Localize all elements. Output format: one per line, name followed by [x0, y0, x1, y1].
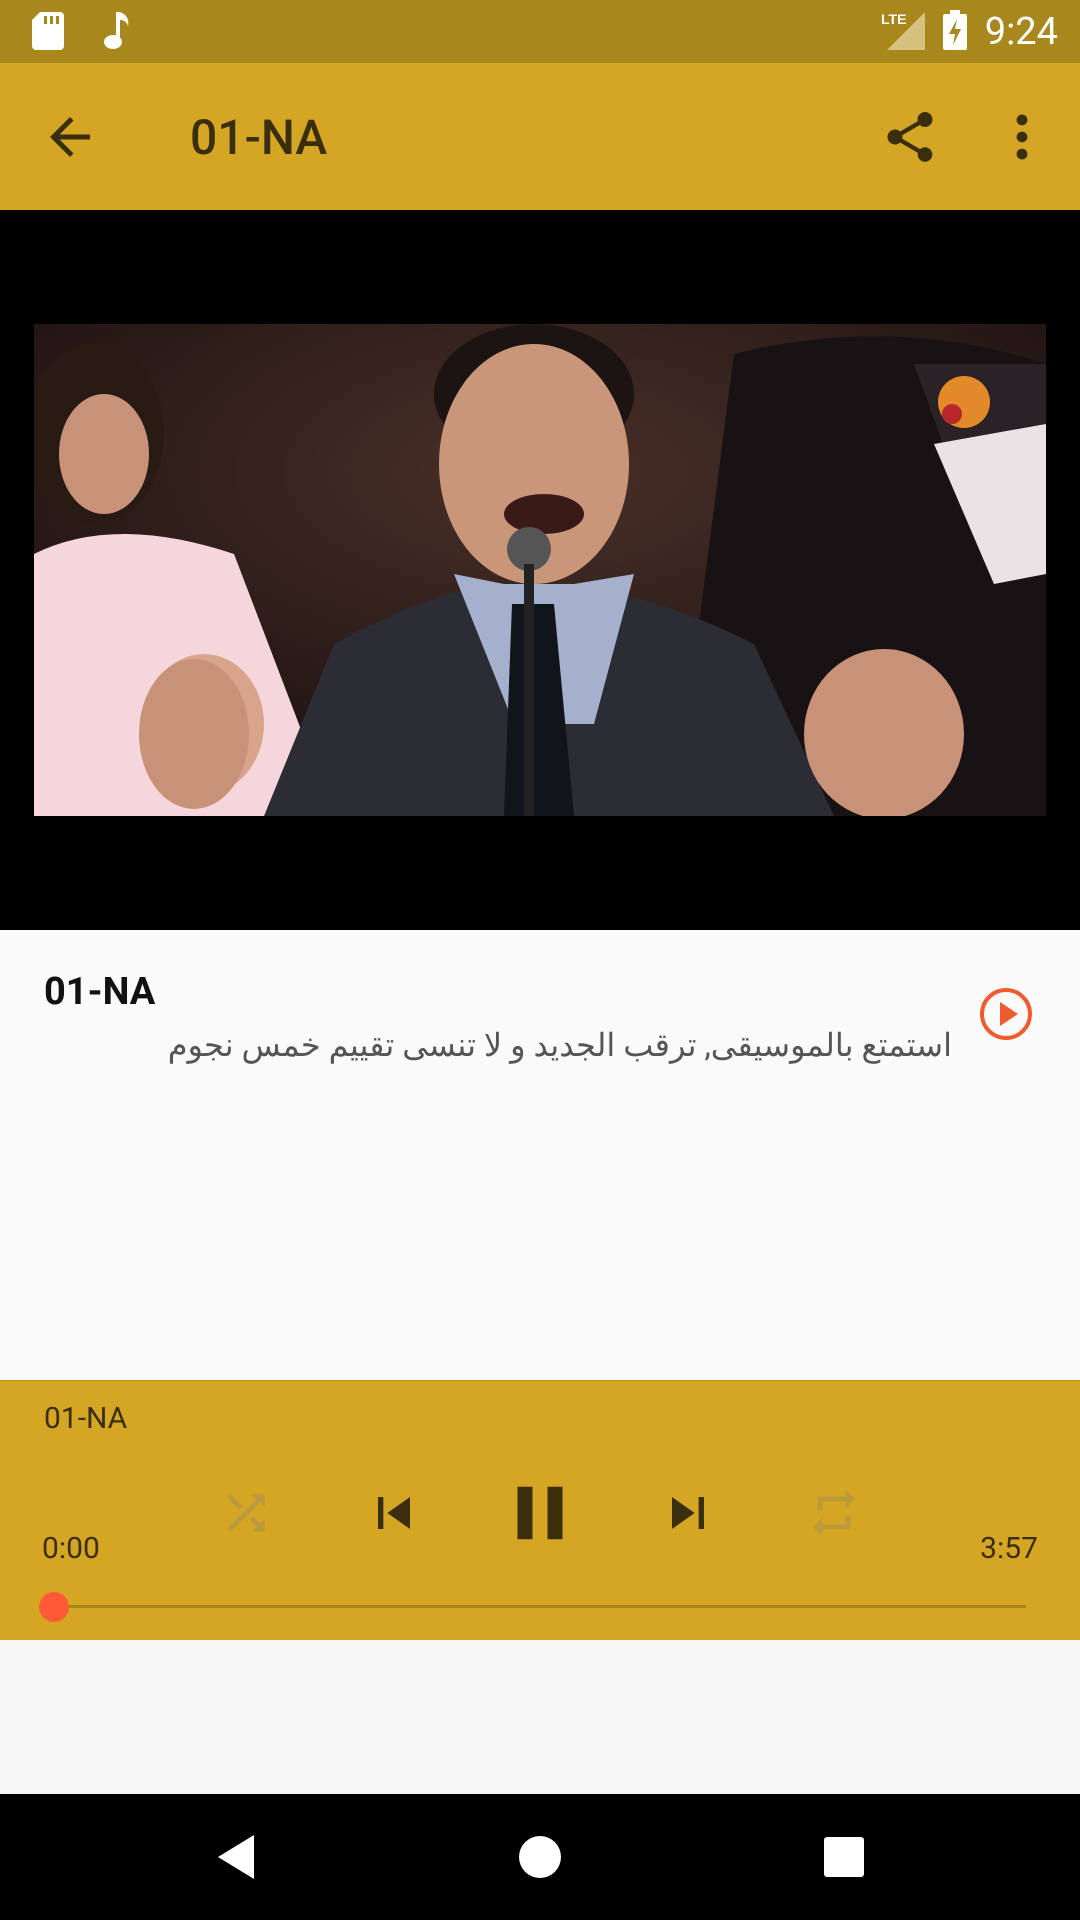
pause-icon[interactable]: [490, 1463, 590, 1563]
track-title: 01-NA: [44, 970, 156, 1014]
skip-next-icon[interactable]: [638, 1463, 738, 1563]
video-thumbnail: [34, 324, 1046, 816]
sd-card-icon: [32, 12, 64, 54]
total-time: 3:57: [980, 1531, 1038, 1566]
seek-bar[interactable]: [54, 1605, 1026, 1608]
track-info: 01-NA استمتع بالموسيقى, ترقب الجديد و لا…: [0, 930, 1080, 1380]
play-circle-icon[interactable]: [978, 986, 1034, 1042]
signal-icon: LTE: [881, 10, 925, 54]
current-time: 0:00: [42, 1531, 100, 1566]
more-vert-icon[interactable]: [1000, 107, 1044, 167]
mini-player: 01-NA 0:00 3:57: [0, 1380, 1080, 1640]
share-icon[interactable]: [880, 107, 940, 167]
track-description: استمتع بالموسيقى, ترقب الجديد و لا تنسى …: [167, 1026, 952, 1064]
nav-back-icon[interactable]: [206, 1827, 266, 1887]
skip-previous-icon[interactable]: [344, 1463, 444, 1563]
battery-charging-icon: [942, 9, 967, 54]
app-bar: 01-NA: [0, 63, 1080, 210]
video-player[interactable]: [0, 210, 1080, 930]
status-time: 9:24: [984, 9, 1058, 54]
player-controls: [0, 1463, 1080, 1563]
system-nav-bar: [0, 1794, 1080, 1920]
shuffle-icon[interactable]: [196, 1463, 296, 1563]
seek-thumb[interactable]: [39, 1592, 69, 1622]
repeat-icon[interactable]: [784, 1463, 884, 1563]
arrow-back-icon[interactable]: [40, 107, 100, 167]
nav-home-icon[interactable]: [510, 1827, 570, 1887]
page-title: 01-NA: [190, 109, 328, 166]
music-note-icon: [104, 12, 130, 54]
status-bar: LTE 9:24: [0, 0, 1080, 63]
player-title: 01-NA: [44, 1401, 128, 1436]
nav-recents-icon[interactable]: [814, 1827, 874, 1887]
svg-text:LTE: LTE: [881, 11, 906, 27]
